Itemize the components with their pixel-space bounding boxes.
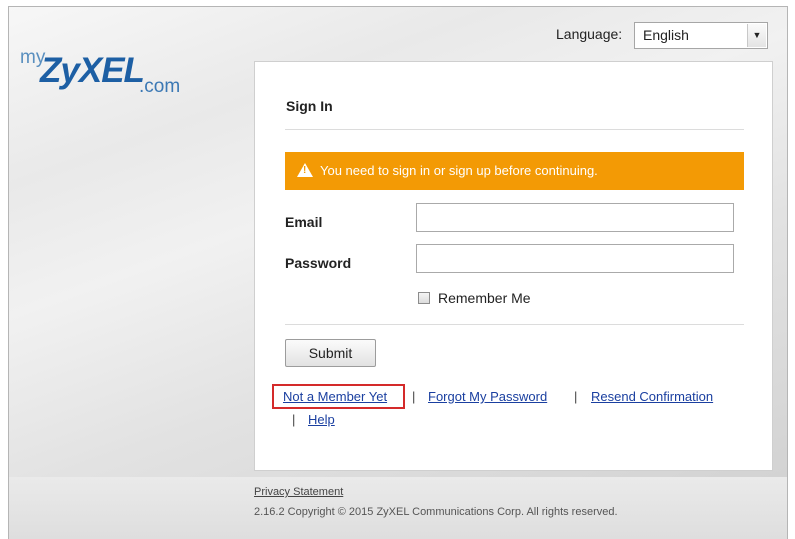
form-divider bbox=[285, 324, 744, 325]
link-separator: | bbox=[574, 389, 578, 404]
language-selected-value: English bbox=[643, 27, 689, 43]
password-label: Password bbox=[285, 255, 352, 271]
myzyxel-logo: my ZyXEL .com bbox=[20, 47, 195, 107]
alert-text: You need to sign in or sign up before co… bbox=[320, 163, 598, 178]
remember-me-checkbox[interactable] bbox=[418, 292, 430, 304]
title-divider bbox=[285, 129, 744, 130]
language-label: Language: bbox=[556, 26, 623, 42]
help-link[interactable]: Help bbox=[308, 412, 335, 427]
signin-alert: You need to sign in or sign up before co… bbox=[285, 152, 744, 190]
submit-button[interactable]: Submit bbox=[285, 339, 376, 367]
logo-brand-text: ZyXEL bbox=[40, 51, 145, 90]
email-label: Email bbox=[285, 214, 323, 230]
forgot-password-link[interactable]: Forgot My Password bbox=[428, 389, 547, 404]
link-separator: | bbox=[292, 412, 296, 427]
logo-suffix-text: .com bbox=[139, 76, 181, 97]
privacy-statement-link[interactable]: Privacy Statement bbox=[254, 486, 343, 498]
resend-confirmation-link[interactable]: Resend Confirmation bbox=[591, 389, 713, 404]
highlight-box bbox=[272, 384, 405, 409]
warning-icon bbox=[297, 163, 313, 177]
signin-title: Sign In bbox=[286, 98, 333, 114]
chevron-down-icon[interactable]: ▼ bbox=[747, 24, 766, 47]
password-field[interactable] bbox=[416, 244, 734, 273]
signin-panel: Sign In You need to sign in or sign up b… bbox=[254, 61, 773, 471]
remember-me-label[interactable]: Remember Me bbox=[438, 290, 531, 306]
link-separator: | bbox=[412, 389, 416, 404]
language-select[interactable]: English ▼ bbox=[634, 22, 768, 49]
copyright-text: 2.16.2 Copyright © 2015 ZyXEL Communicat… bbox=[254, 506, 618, 518]
email-field[interactable] bbox=[416, 203, 734, 232]
